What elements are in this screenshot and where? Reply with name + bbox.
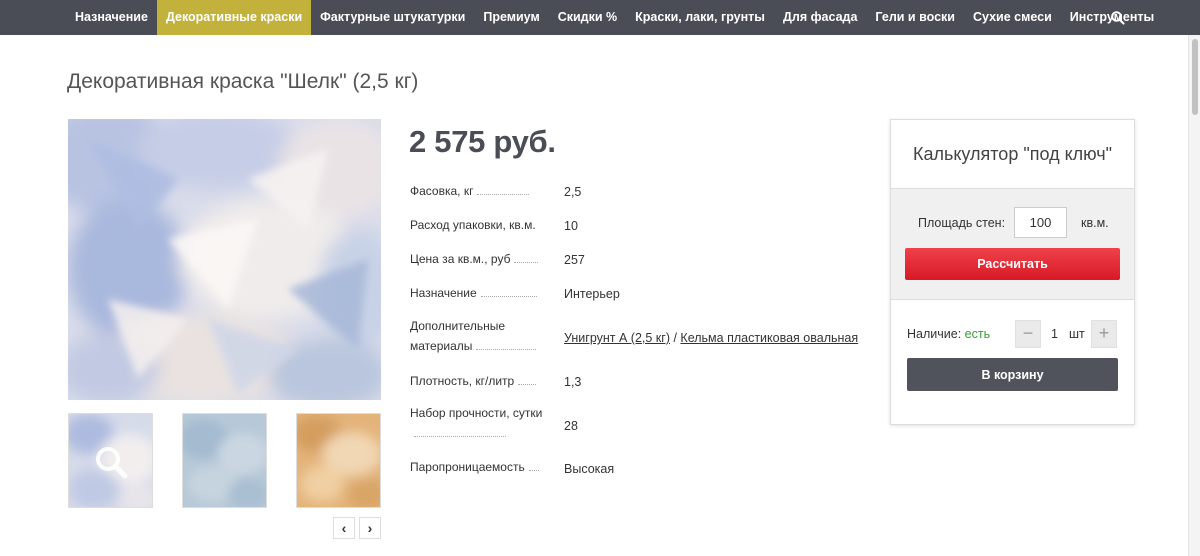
top-nav: Назначение Декоративные краски Фактурные… bbox=[0, 0, 1200, 35]
thumbnail-2[interactable] bbox=[182, 413, 267, 508]
spec-label: Расход упаковки, кв.м. bbox=[410, 218, 536, 232]
nav-item-textured-plasters[interactable]: Фактурные штукатурки bbox=[311, 0, 474, 35]
nav-item-paints-varnishes[interactable]: Краски, лаки, грунты bbox=[626, 0, 774, 35]
calculator-panel: Калькулятор "под ключ" Площадь стен: кв.… bbox=[890, 119, 1135, 425]
page-scrollbar[interactable] bbox=[1188, 35, 1200, 556]
product-main-image[interactable] bbox=[68, 119, 381, 400]
qty-value[interactable]: 1 bbox=[1051, 327, 1058, 341]
nav-item-gels-waxes[interactable]: Гели и воски bbox=[866, 0, 964, 35]
availability-status: есть bbox=[964, 327, 991, 341]
spec-label: Паропроницаемость bbox=[410, 457, 548, 477]
spec-value: 257 bbox=[564, 253, 585, 267]
availability: Наличие: есть bbox=[907, 327, 990, 341]
spec-label: Набор прочности, сутки bbox=[410, 403, 548, 443]
area-unit: кв.м. bbox=[1081, 216, 1109, 230]
nav-item-discounts[interactable]: Скидки % bbox=[549, 0, 626, 35]
nav-item-dry-mixes[interactable]: Сухие смеси bbox=[964, 0, 1061, 35]
spec-label: Дополнительные материалы bbox=[410, 316, 545, 356]
link-unigrunt[interactable]: Унигрунт А (2,5 кг) bbox=[564, 331, 670, 345]
add-to-cart-button[interactable]: В корзину bbox=[907, 358, 1118, 391]
area-input[interactable] bbox=[1014, 207, 1067, 238]
spec-value: 28 bbox=[564, 419, 578, 433]
thumbnail-1[interactable] bbox=[68, 413, 153, 508]
links-separator: / bbox=[670, 331, 681, 345]
area-calculation-block: Площадь стен: кв.м. Рассчитать bbox=[891, 188, 1134, 300]
spec-value: Высокая bbox=[564, 462, 615, 476]
nav-item-naznachenie[interactable]: Назначение bbox=[66, 0, 157, 35]
spec-value: 2,5 bbox=[564, 185, 582, 199]
thumbnail-3[interactable] bbox=[296, 413, 381, 508]
spec-label: Назначение bbox=[410, 283, 548, 303]
spec-value: Унигрунт А (2,5 кг) / Кельма пластиковая… bbox=[564, 328, 858, 348]
nav-item-decorative-paints[interactable]: Декоративные краски bbox=[156, 0, 312, 35]
search-icon[interactable] bbox=[1110, 10, 1126, 26]
area-label: Площадь стен: bbox=[918, 216, 1006, 230]
magnifier-icon bbox=[96, 447, 128, 479]
silk-texture-image bbox=[68, 119, 381, 400]
spec-value: 10 bbox=[564, 219, 578, 233]
thumbnail-3-image bbox=[297, 414, 380, 507]
page-title: Декоративная краска "Шелк" (2,5 кг) bbox=[67, 70, 419, 93]
spec-label: Фасовка, кг bbox=[410, 181, 548, 201]
scrollbar-thumb[interactable] bbox=[1192, 39, 1198, 115]
spec-label: Цена за кв.м., руб bbox=[410, 249, 548, 269]
product-price: 2 575 руб. bbox=[409, 124, 556, 159]
thumbnails-prev-button[interactable]: ‹ bbox=[333, 517, 355, 539]
link-kelma[interactable]: Кельма пластиковая овальная bbox=[680, 331, 858, 345]
nav-items: Назначение Декоративные краски Фактурные… bbox=[66, 0, 1163, 35]
calculator-title: Калькулятор "под ключ" bbox=[912, 144, 1113, 164]
spec-value: Интерьер bbox=[564, 287, 620, 301]
thumbnails-next-button[interactable]: › bbox=[359, 517, 381, 539]
nav-item-premium[interactable]: Премиум bbox=[474, 0, 548, 35]
calculate-button[interactable]: Рассчитать bbox=[905, 248, 1120, 280]
availability-label: Наличие: bbox=[907, 327, 962, 341]
qty-increase-button[interactable]: + bbox=[1091, 320, 1117, 348]
nav-item-facade[interactable]: Для фасада bbox=[774, 0, 866, 35]
spec-value: 1,3 bbox=[564, 375, 582, 389]
thumbnail-2-image bbox=[183, 414, 266, 507]
spec-label: Плотность, кг/литр bbox=[410, 371, 548, 391]
qty-unit: шт bbox=[1069, 327, 1085, 341]
qty-decrease-button[interactable]: − bbox=[1015, 320, 1041, 348]
